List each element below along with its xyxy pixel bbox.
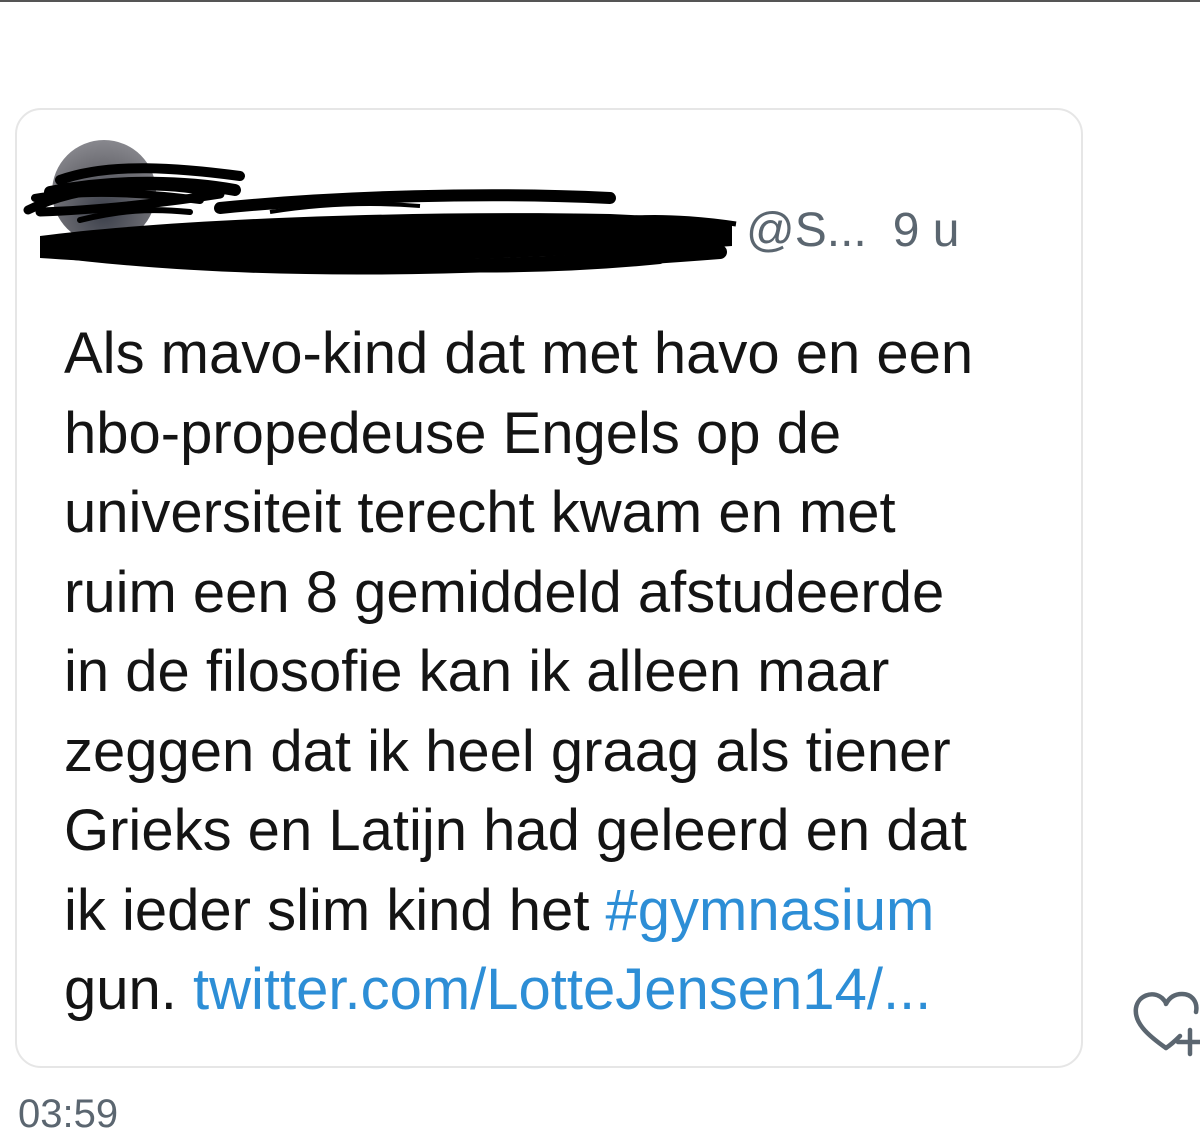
tweet-text-line: zeggen dat ik heel graag als tiener <box>64 718 951 784</box>
tweet-text-line: in de filosofie kan ik alleen maar <box>64 639 890 704</box>
heart-plus-icon[interactable] <box>1126 980 1200 1060</box>
tweet-text-line-with-link: gun. twitter.com/LotteJensen14/... <box>64 950 1064 1030</box>
top-edge <box>0 0 1200 2</box>
tweet-text-line: ruim een 8 gemiddeld afstudeerde <box>64 559 945 625</box>
tweet-text-line: Grieks en Latijn had geleerd en dat <box>64 798 967 863</box>
clock-timestamp: 03:59 <box>18 1092 119 1136</box>
hashtag-link[interactable]: #gymnasium <box>606 878 935 943</box>
user-handle[interactable]: @S... <box>746 204 867 257</box>
tweet-text-line: Als mavo-kind dat met havo en een <box>64 321 974 386</box>
tweet-text-line-with-hashtag: ik ieder slim kind het #gymnasium <box>64 871 1064 951</box>
tweet-text-line: universiteit terecht kwam en met <box>64 480 896 545</box>
tweet-meta: @S... 9 u <box>746 203 959 258</box>
tweet-text-segment: gun. <box>64 957 193 1022</box>
tweet-time-ago[interactable]: 9 u <box>893 204 960 257</box>
redacted-display-name <box>23 163 737 275</box>
tweet-text-line: hbo-propedeuse Engels op de <box>64 400 842 466</box>
tweet-text: Als mavo-kind dat met havo en een hbo-pr… <box>64 314 1064 1030</box>
tweet-text-segment: ik ieder slim kind het <box>64 877 606 943</box>
url-link[interactable]: twitter.com/LotteJensen14/... <box>193 957 931 1022</box>
